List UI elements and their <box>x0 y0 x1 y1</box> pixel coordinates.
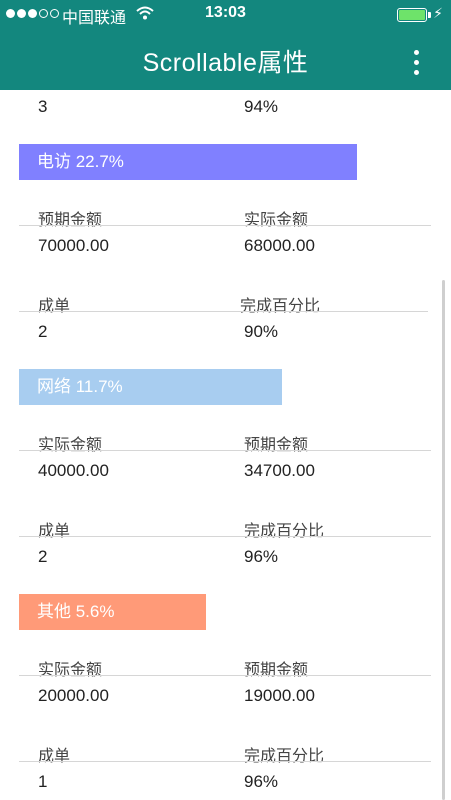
status-bar: 中国联通 13:03 ⚡ <box>0 0 451 30</box>
label-right: 完成百分比 <box>244 523 325 540</box>
category-bar-wangluo: 网络 11.7% <box>19 369 282 405</box>
value-right: 96% <box>244 772 279 791</box>
label-left: 成单 <box>38 748 71 765</box>
value-right: 94% <box>244 97 279 116</box>
value-left: 40000.00 <box>38 461 109 480</box>
app-bar: 中国联通 13:03 ⚡ Scrollable属性 <box>0 0 451 90</box>
category-bar-qita: 其他 5.6% <box>19 594 206 630</box>
label-right: 预期金额 <box>244 662 309 679</box>
clock: 13:03 <box>205 4 246 21</box>
value-right: 90% <box>244 322 279 341</box>
divider <box>19 311 428 312</box>
value-left: 20000.00 <box>38 686 109 705</box>
label-right: 完成百分比 <box>244 748 325 765</box>
value-right: 19000.00 <box>244 686 315 705</box>
value-right: 68000.00 <box>244 236 315 255</box>
label-left: 实际金额 <box>38 437 103 454</box>
value-left: 3 <box>38 97 48 116</box>
divider <box>19 675 431 676</box>
label-left: 实际金额 <box>38 662 103 679</box>
charging-icon: ⚡ <box>433 5 443 21</box>
scroll-content[interactable]: 3 94% 电访 22.7% 预期金额 实际金额 70000.00 68000.… <box>0 90 451 800</box>
divider <box>19 761 431 762</box>
label-left: 成单 <box>38 298 71 315</box>
page-title: Scrollable属性 <box>142 49 309 77</box>
value-right: 34700.00 <box>244 461 315 480</box>
label-right: 完成百分比 <box>240 298 321 315</box>
value-left: 70000.00 <box>38 236 109 255</box>
divider <box>19 225 431 226</box>
vertical-scrollbar[interactable] <box>442 280 445 800</box>
value-left: 2 <box>38 322 48 341</box>
value-left: 2 <box>38 547 48 566</box>
value-right: 96% <box>244 547 279 566</box>
divider <box>19 450 431 451</box>
overflow-menu-icon[interactable] <box>414 50 419 75</box>
label-right: 预期金额 <box>244 437 309 454</box>
battery-icon <box>397 8 431 22</box>
label-left: 预期金额 <box>38 212 103 229</box>
value-left: 1 <box>38 772 48 791</box>
category-bar-dianfang: 电访 22.7% <box>19 144 357 180</box>
label-right: 实际金额 <box>244 212 309 229</box>
divider <box>19 536 431 537</box>
label-left: 成单 <box>38 523 71 540</box>
